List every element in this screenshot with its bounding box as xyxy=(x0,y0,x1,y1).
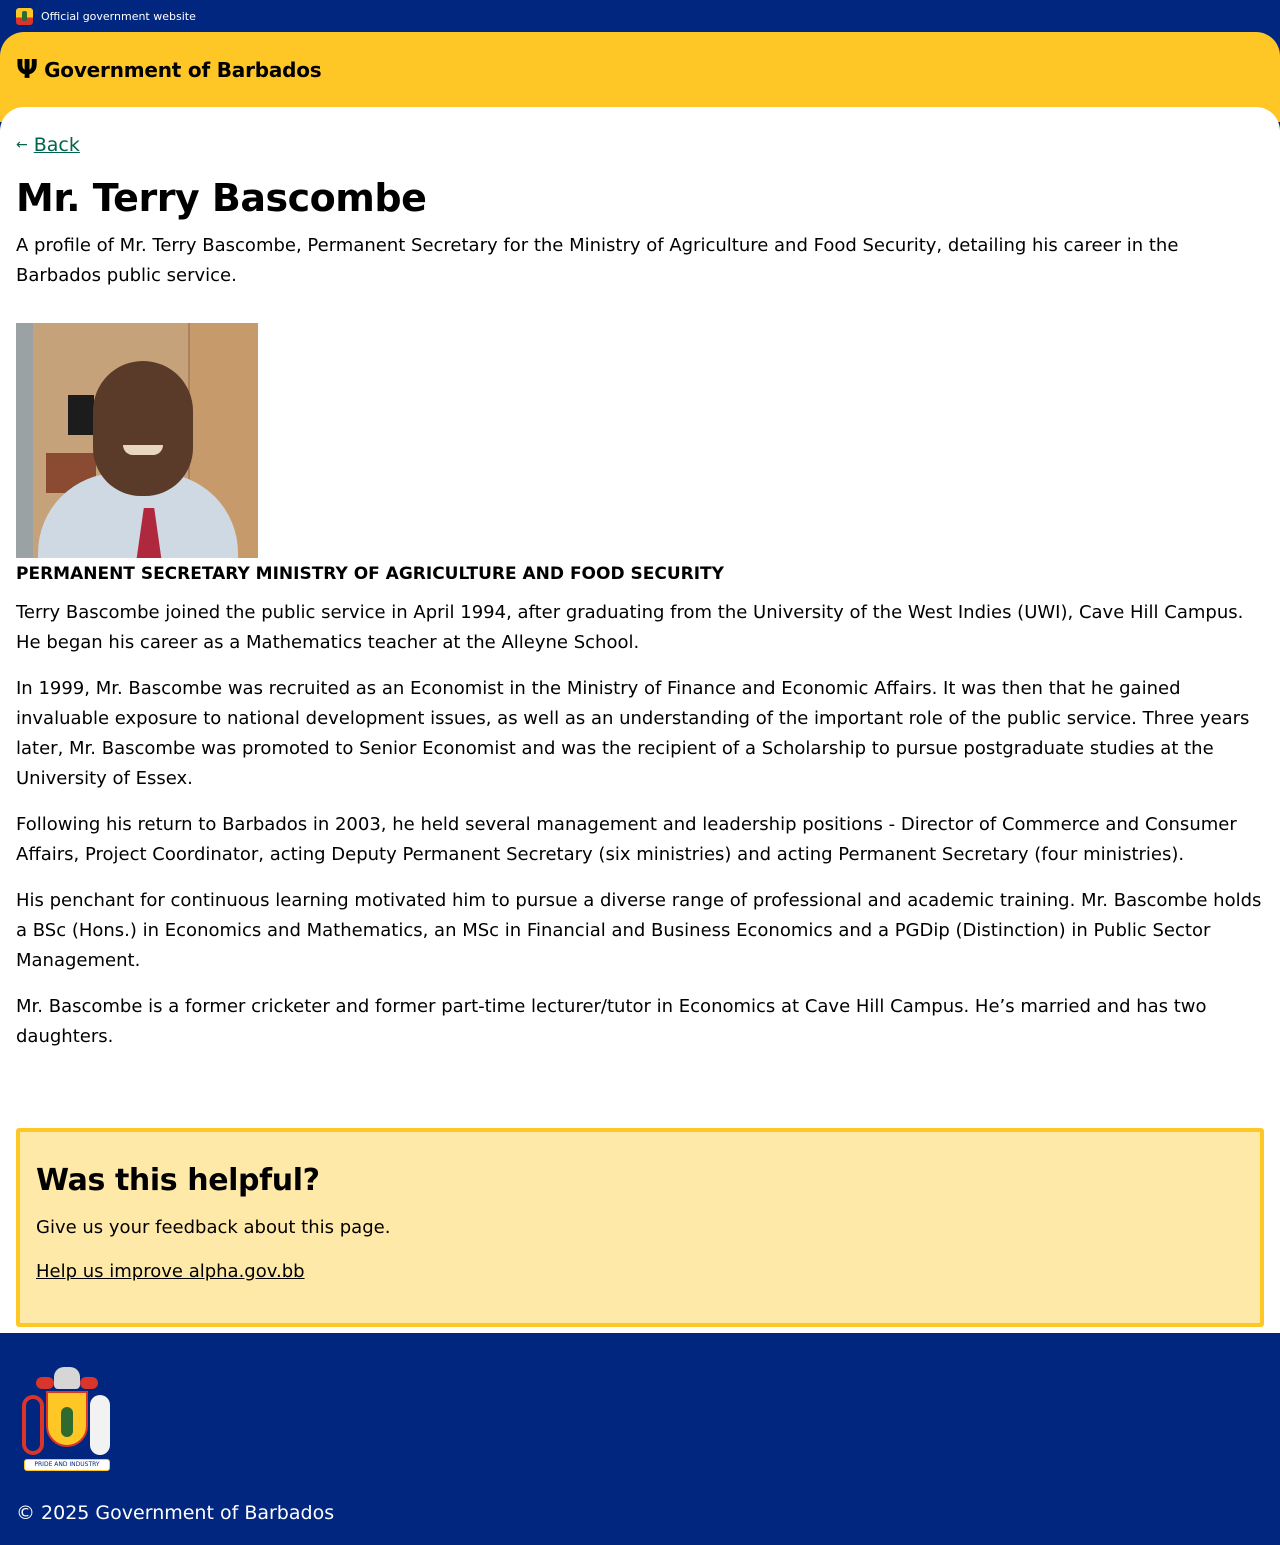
bio-paragraph: Mr. Bascombe is a former cricketer and f… xyxy=(16,996,1207,1047)
back-arrow-icon[interactable]: ← xyxy=(16,137,28,153)
back-link[interactable]: Back xyxy=(34,134,80,156)
coat-of-arms-icon: PRIDE AND INDUSTRY xyxy=(16,1365,116,1473)
role-heading: PERMANENT SECRETARY MINISTRY OF AGRICULT… xyxy=(16,564,724,584)
site-footer: PRIDE AND INDUSTRY © 2025 Government of … xyxy=(0,1333,1280,1543)
bio-paragraph: Terry Bascombe joined the public service… xyxy=(16,602,1244,653)
main-content: ← Back Mr. Terry Bascombe A profile of M… xyxy=(0,107,1280,1333)
official-banner: Official government website xyxy=(0,0,1280,32)
feedback-link[interactable]: Help us improve alpha.gov.bb xyxy=(36,1258,305,1286)
feedback-panel: Was this helpful? Give us your feedback … xyxy=(16,1128,1264,1327)
profile-photo xyxy=(16,323,258,558)
feedback-text: Give us your feedback about this page. xyxy=(36,1217,391,1238)
trident-icon[interactable]: Ψ xyxy=(16,56,38,84)
feedback-title: Was this helpful? xyxy=(36,1163,320,1198)
bio-paragraph: His penchant for continuous learning mot… xyxy=(16,890,1262,971)
back-link-container[interactable]: ← Back xyxy=(16,133,1264,157)
official-banner-label: Official government website xyxy=(41,9,196,23)
motto-scroll: PRIDE AND INDUSTRY xyxy=(24,1459,110,1471)
site-brand[interactable]: Government of Barbados xyxy=(44,56,322,84)
bio-paragraph: Following his return to Barbados in 2003… xyxy=(16,814,1237,865)
page-summary: A profile of Mr. Terry Bascombe, Permane… xyxy=(16,235,1179,286)
copyright-text: © 2025 Government of Barbados xyxy=(16,1502,335,1524)
coat-of-arms-icon xyxy=(16,7,33,25)
page-title: Mr. Terry Bascombe xyxy=(16,176,427,220)
bio-paragraph: In 1999, Mr. Bascombe was recruited as a… xyxy=(16,678,1250,789)
